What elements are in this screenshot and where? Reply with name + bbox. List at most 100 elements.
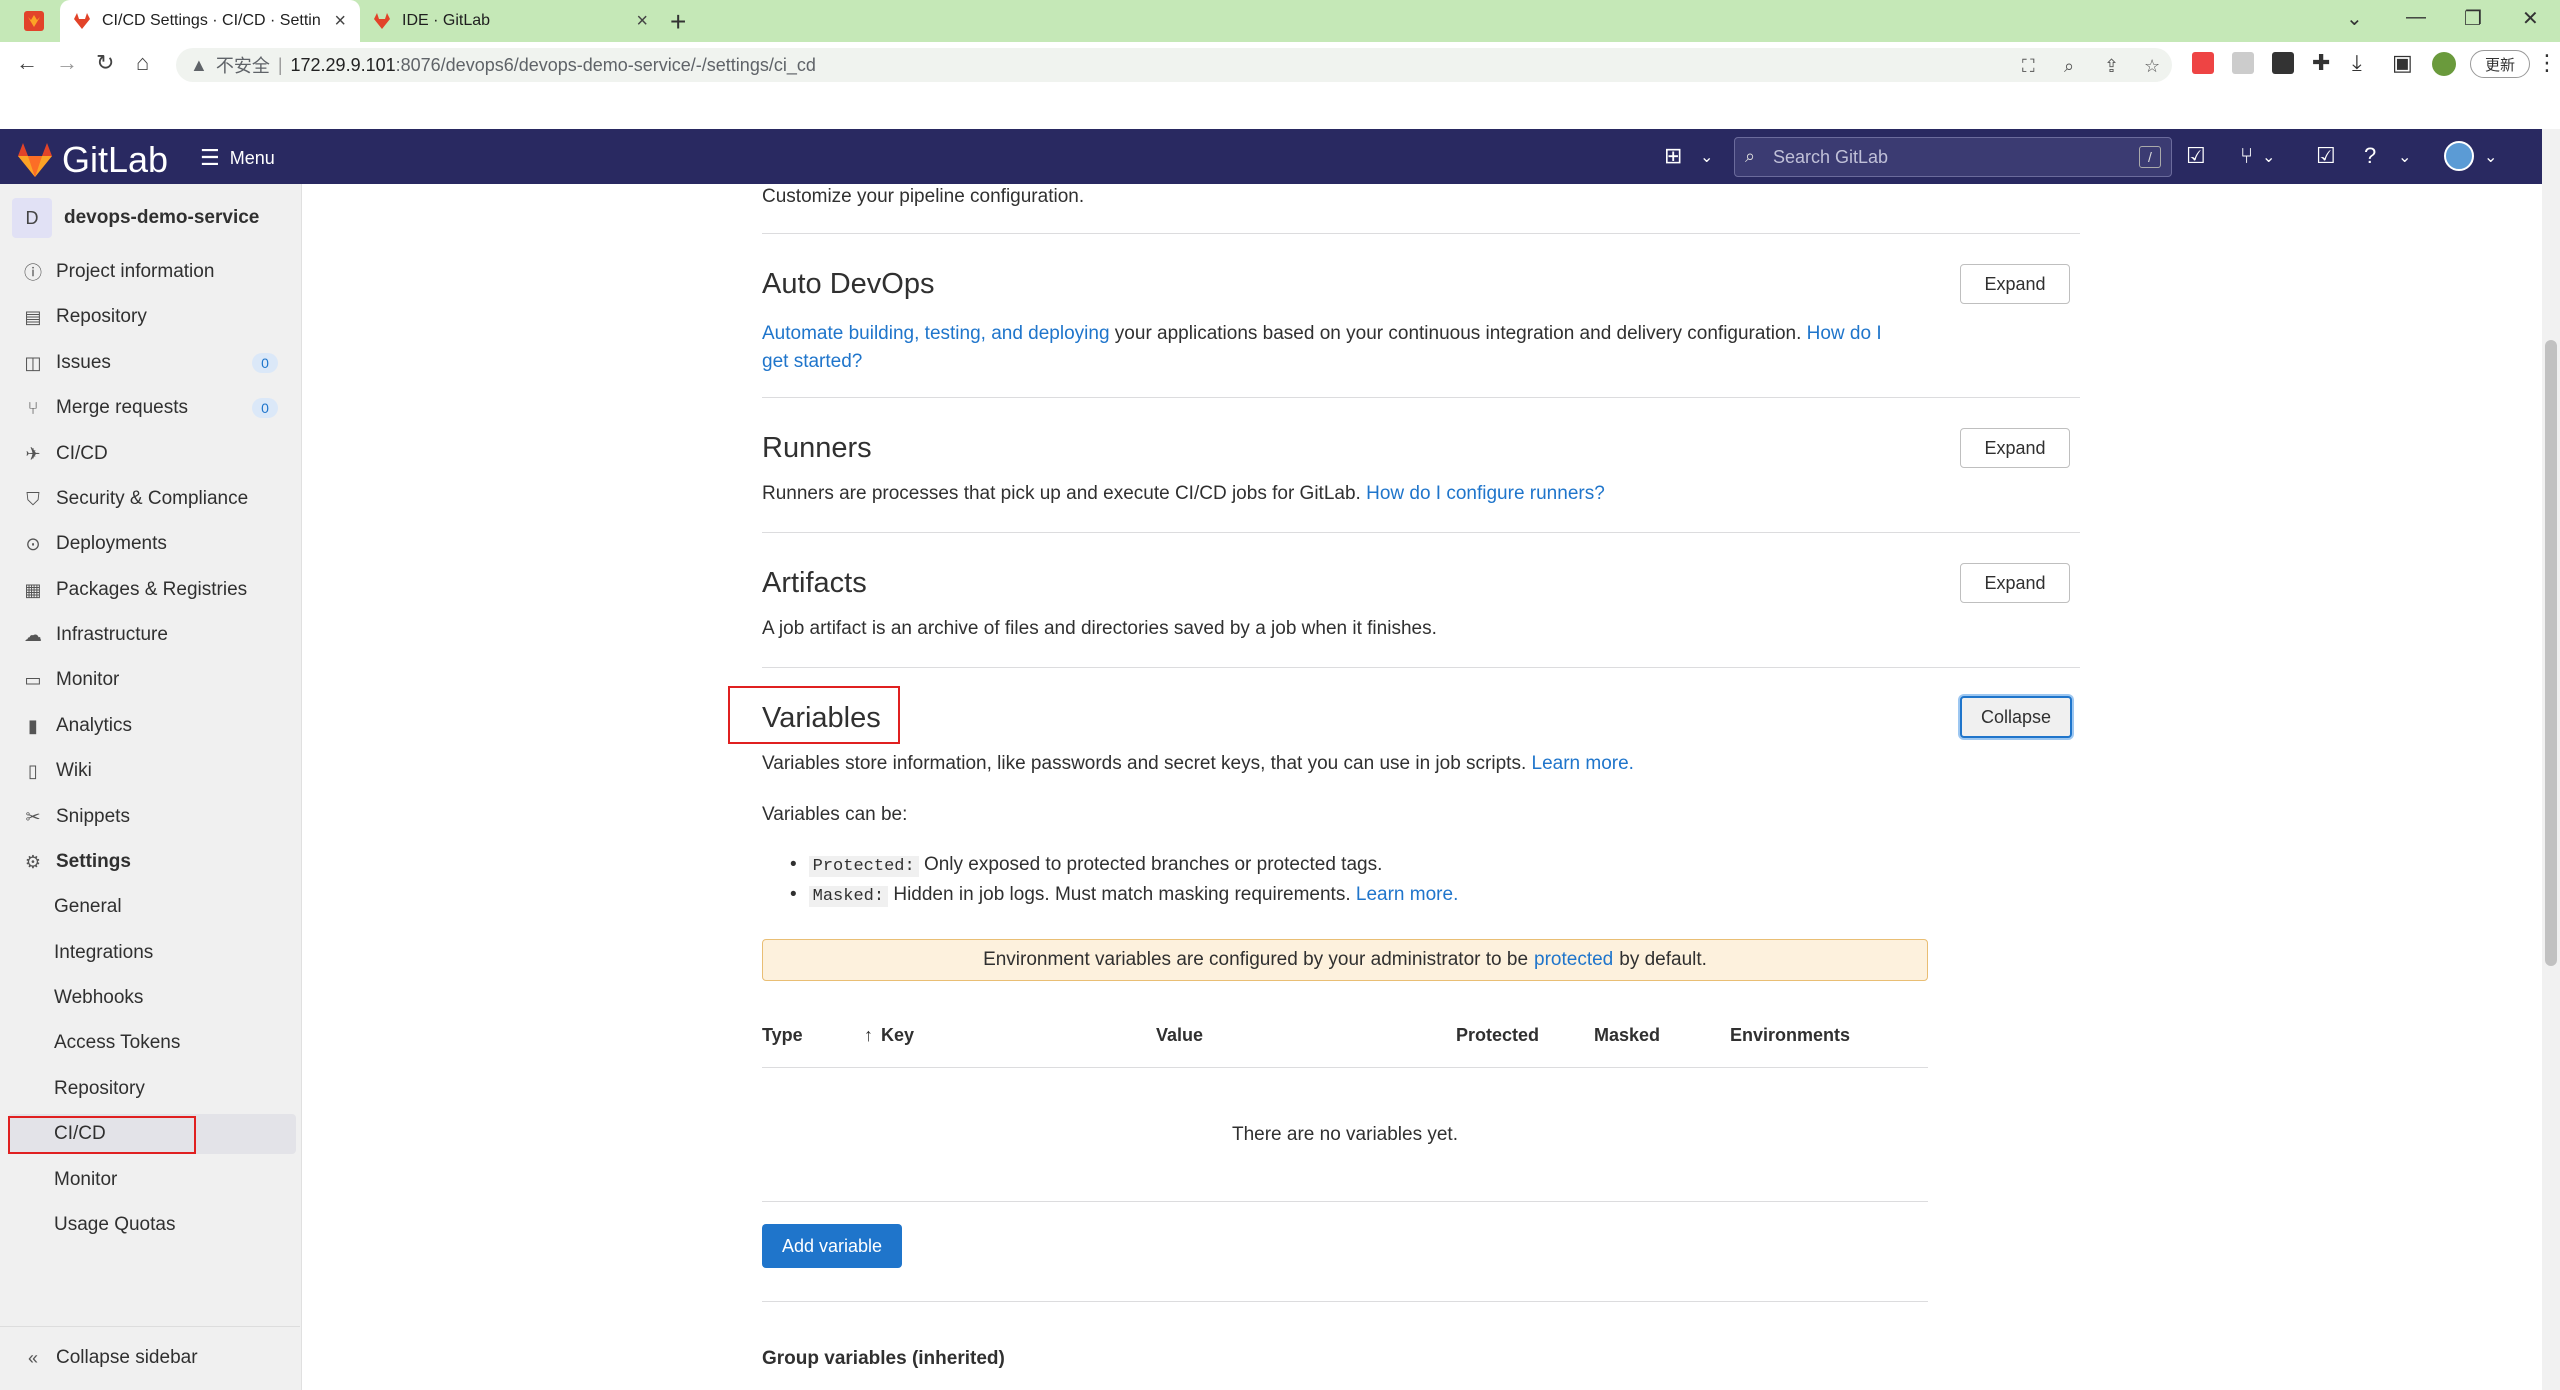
todos-icon[interactable]: ☑	[2316, 143, 2336, 169]
reload-icon[interactable]: ↻	[96, 50, 114, 76]
warning-icon: ▲	[190, 54, 208, 75]
extension-red-icon[interactable]	[2192, 52, 2214, 74]
variables-learn-more-link[interactable]: Learn more.	[1532, 753, 1634, 774]
add-variable-button[interactable]: Add variable	[762, 1224, 902, 1268]
scrollbar-thumb[interactable]	[2545, 340, 2557, 966]
sidebar-item-packages[interactable]: ▦ Packages & Registries	[0, 570, 300, 610]
collapse-sidebar-button[interactable]: « Collapse sidebar	[0, 1338, 300, 1378]
chevron-down-icon[interactable]: ⌄	[2484, 147, 2497, 167]
profile-avatar[interactable]	[2432, 52, 2456, 76]
url-host: 172.29.9.101	[290, 54, 396, 75]
column-environments[interactable]: Environments	[1730, 1025, 1850, 1046]
sidebar-item-repository[interactable]: ▤ Repository	[0, 297, 300, 337]
tanuki-icon	[18, 143, 52, 177]
merge-icon: ⑂	[27, 397, 39, 418]
back-icon[interactable]: ←	[16, 50, 38, 76]
close-tab-icon[interactable]: ×	[636, 10, 648, 33]
sidebar-item-wiki[interactable]: ▯ Wiki	[0, 751, 300, 791]
url-bar[interactable]: ▲ 不安全 | 172.29.9.101 :8076/devops6/devop…	[176, 48, 2172, 82]
sidebar-item-cicd[interactable]: ✈ CI/CD	[0, 434, 300, 474]
sidebar-item-settings[interactable]: ⚙ Settings	[0, 842, 300, 882]
download-icon[interactable]: ⤓	[2352, 50, 2362, 76]
sidebar-item-merge-requests[interactable]: ⑂ Merge requests 0	[0, 388, 300, 428]
browser-menu-icon[interactable]: ⋮	[2536, 50, 2558, 76]
sidebar-item-project-information[interactable]: ⓘ Project information	[0, 252, 300, 292]
restore-icon[interactable]: ❐	[2464, 6, 2482, 31]
gitlab-logo[interactable]: GitLab	[16, 139, 168, 181]
gitlab-tab-icon	[74, 13, 90, 29]
column-key[interactable]: ↑ Key	[864, 1025, 914, 1046]
sidepanel-icon[interactable]: ▣	[2392, 50, 2413, 76]
pipeline-description: Customize your pipeline configuration.	[762, 186, 1085, 207]
sidebar-item-infrastructure[interactable]: ☁ Infrastructure	[0, 615, 300, 655]
update-button[interactable]: 更新	[2470, 50, 2530, 78]
column-masked[interactable]: Masked	[1594, 1025, 1660, 1046]
auto-devops-link[interactable]: Automate building, testing, and deployin…	[762, 323, 1110, 344]
artifacts-description: A job artifact is an archive of files an…	[762, 618, 1437, 639]
tab-ide[interactable]: IDE · GitLab ×	[362, 0, 662, 42]
sidebar-subitem-repository[interactable]: Repository	[8, 1069, 296, 1109]
new-dropdown-icon[interactable]: ⊞	[1664, 143, 1682, 169]
runners-expand-button[interactable]: Expand	[1960, 428, 2070, 468]
issues-icon: ◫	[24, 352, 42, 373]
search-input[interactable]: ⌕ Search GitLab /	[1734, 137, 2172, 177]
alert-protected-link[interactable]: protected	[1534, 949, 1613, 971]
configure-runners-link[interactable]: How do I configure runners?	[1366, 483, 1605, 504]
minimize-icon[interactable]: —	[2406, 6, 2426, 29]
sidebar-item-label: Repository	[56, 306, 147, 327]
tab-search-icon[interactable]: ⌄	[2346, 6, 2363, 31]
artifacts-expand-button[interactable]: Expand	[1960, 563, 2070, 603]
sidebar-subitem-access-tokens[interactable]: Access Tokens	[8, 1023, 296, 1063]
extension-gray-icon[interactable]	[2232, 52, 2254, 74]
get-started-link[interactable]: How do I	[1807, 323, 1882, 344]
close-tab-icon[interactable]: ×	[334, 10, 346, 33]
new-tab-icon[interactable]: +	[670, 6, 686, 38]
tab-cicd-settings[interactable]: CI/CD Settings · CI/CD · Settin ×	[60, 0, 360, 42]
deploy-icon: ⊙	[25, 533, 41, 554]
runners-description: Runners are processes that pick up and e…	[762, 483, 1605, 505]
forward-icon[interactable]: →	[56, 50, 78, 76]
sidebar-item-issues[interactable]: ◫ Issues 0	[0, 343, 300, 383]
window-close-icon[interactable]: ✕	[2522, 6, 2539, 31]
sidebar-item-security[interactable]: ⛉ Security & Compliance	[0, 479, 300, 519]
extension-dark-icon[interactable]	[2272, 52, 2294, 74]
help-icon[interactable]: ?	[2364, 143, 2376, 169]
protected-bullet: • Protected: Only exposed to protected br…	[790, 854, 1383, 877]
project-header[interactable]: D devops-demo-service	[12, 198, 259, 238]
get-started-link-cont[interactable]: get started?	[762, 351, 862, 372]
column-value[interactable]: Value	[1156, 1025, 1203, 1046]
search-icon: ⌕	[1745, 146, 1756, 166]
column-type[interactable]: Type	[762, 1025, 803, 1046]
shield-icon: ⛉	[26, 488, 40, 509]
bookmark-star-icon[interactable]: ☆	[2144, 56, 2160, 77]
sidebar-item-deployments[interactable]: ⊙ Deployments	[0, 524, 300, 564]
variables-collapse-button[interactable]: Collapse	[1960, 696, 2072, 738]
column-protected[interactable]: Protected	[1456, 1025, 1539, 1046]
sidebar-item-snippets[interactable]: ✂ Snippets	[0, 797, 300, 837]
double-chevron-left-icon: «	[27, 1347, 38, 1368]
menu-button[interactable]: ☰ Menu	[200, 145, 275, 171]
translate-icon[interactable]: ⛶	[2022, 56, 2035, 77]
auto-devops-expand-button[interactable]: Expand	[1960, 264, 2070, 304]
chevron-down-icon[interactable]: ⌄	[2262, 147, 2275, 167]
chevron-down-icon[interactable]: ⌄	[1700, 147, 1713, 167]
home-icon[interactable]: ⌂	[136, 50, 149, 76]
protected-alert: Environment variables are configured by …	[762, 939, 1928, 981]
chevron-down-icon[interactable]: ⌄	[2398, 147, 2411, 167]
share-icon[interactable]: ⇪	[2104, 56, 2119, 77]
sidebar-item-monitor[interactable]: ▭ Monitor	[0, 660, 300, 700]
sidebar-subitem-integrations[interactable]: Integrations	[8, 933, 296, 973]
merge-requests-icon[interactable]: ⑂	[2240, 143, 2253, 169]
masked-bullet: • Masked: Hidden in job logs. Must match …	[790, 884, 1459, 907]
user-avatar[interactable]	[2444, 141, 2474, 171]
artifacts-title: Artifacts	[762, 567, 867, 599]
sidebar-item-analytics[interactable]: ▮ Analytics	[0, 706, 300, 746]
sidebar-subitem-webhooks[interactable]: Webhooks	[8, 978, 296, 1018]
extensions-puzzle-icon[interactable]: ✚	[2312, 50, 2330, 76]
issues-icon[interactable]: ☑	[2186, 143, 2206, 169]
masked-learn-more-link[interactable]: Learn more.	[1356, 884, 1458, 905]
sidebar-subitem-general[interactable]: General	[8, 887, 296, 927]
sidebar-subitem-monitor[interactable]: Monitor	[8, 1160, 296, 1200]
zoom-icon[interactable]: ⌕	[2064, 56, 2074, 77]
sidebar-subitem-usage-quotas[interactable]: Usage Quotas	[8, 1205, 296, 1245]
